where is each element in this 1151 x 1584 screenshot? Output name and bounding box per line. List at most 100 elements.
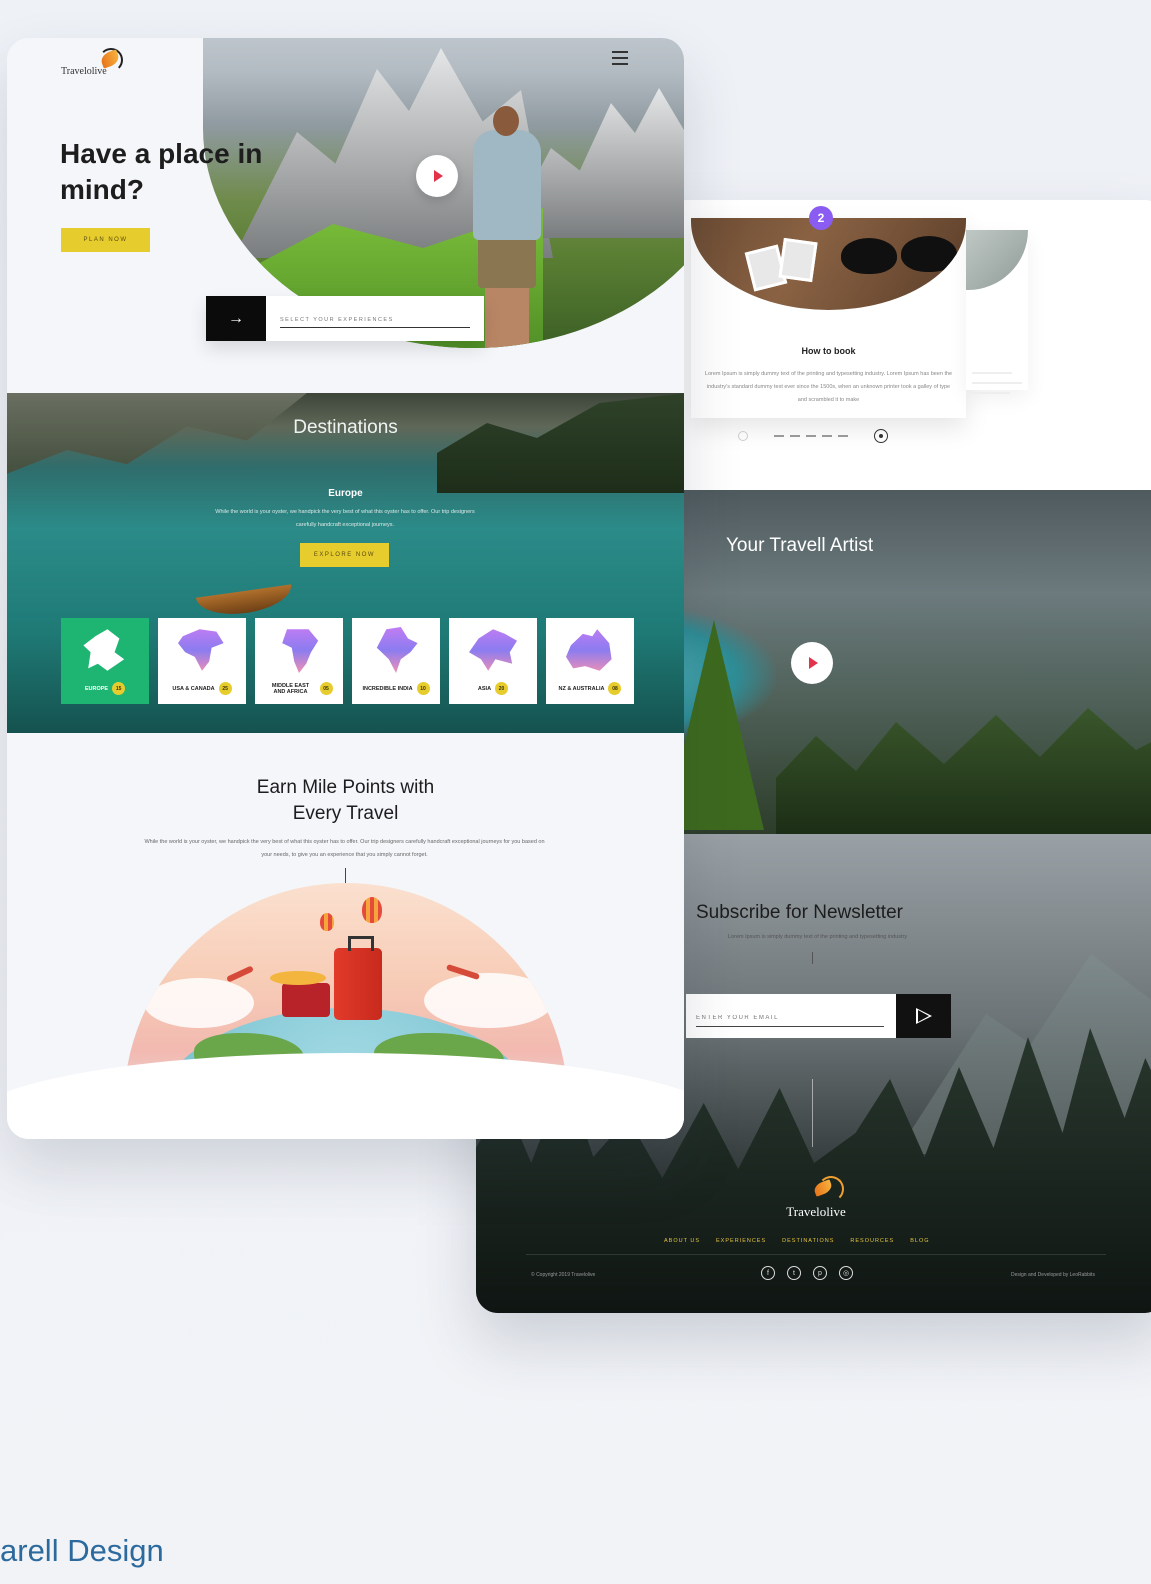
- how-to-book-card[interactable]: 2 How to book Lorem Ipsum is simply dumm…: [691, 206, 966, 418]
- region-tile-asia[interactable]: ASIA 20: [449, 618, 537, 704]
- mile-points-text: While the world is your oyster, we handp…: [144, 839, 545, 858]
- europe-map-icon: [83, 629, 125, 671]
- region-tile-usa-canada[interactable]: USA & CANADA 25: [158, 618, 246, 704]
- hot-air-balloon: [362, 897, 382, 923]
- hero-section: Travelolive Have a place in mind? PLAN N…: [7, 38, 684, 393]
- asia-map-icon: [469, 629, 517, 671]
- facebook-icon[interactable]: f: [761, 1266, 775, 1280]
- forest-image: [437, 393, 684, 493]
- region-label: MIDDLE EAST AND AFRICA: [271, 682, 310, 695]
- how-to-book-title: How to book: [801, 346, 856, 356]
- region-tile-nz-australia[interactable]: NZ & AUSTRALIA 08: [546, 618, 634, 704]
- carousel-dash[interactable]: [838, 435, 848, 437]
- region-tile-middle-east-africa[interactable]: MIDDLE EAST AND AFRICA 05: [255, 618, 343, 704]
- footer-link-destinations[interactable]: DESTINATIONS: [782, 1238, 834, 1244]
- hiker-figure: [473, 130, 541, 240]
- region-label: NZ & AUSTRALIA: [558, 685, 605, 692]
- region-count-badge: 08: [608, 682, 622, 695]
- hot-air-balloon: [320, 913, 334, 931]
- footer-link-blog[interactable]: BLOG: [910, 1238, 929, 1244]
- play-icon: [809, 657, 818, 669]
- footer-link-about[interactable]: ABOUT US: [664, 1238, 700, 1244]
- carousel-dash[interactable]: [822, 435, 832, 437]
- carousel-prev-dot[interactable]: [738, 431, 748, 441]
- rowboat-image: [195, 584, 295, 620]
- region-tile-europe[interactable]: EUROPE 15: [61, 618, 149, 704]
- hamburger-menu-icon[interactable]: [612, 51, 628, 65]
- subscribe-button[interactable]: [896, 994, 951, 1038]
- experience-placeholder: SELECT YOUR EXPERIENCES: [280, 317, 470, 328]
- africa-map-icon: [282, 629, 319, 673]
- instagram-icon[interactable]: ◎: [839, 1266, 853, 1280]
- presentation-caption: arell Design: [0, 1533, 164, 1568]
- hero-play-button[interactable]: [416, 155, 458, 197]
- text-line: [972, 392, 1010, 394]
- text-line: [972, 372, 1012, 374]
- play-icon: [434, 170, 443, 182]
- destinations-section: Destinations Europe While the world is y…: [7, 393, 684, 733]
- destination-name: Europe: [328, 488, 363, 499]
- plan-now-button[interactable]: PLAN NOW: [61, 228, 150, 252]
- destination-description: While the world is your oyster, we handp…: [215, 509, 475, 528]
- section-footer-fill: [7, 1093, 684, 1139]
- region-count-badge: 25: [218, 682, 232, 695]
- travel-bag: [282, 983, 330, 1017]
- footer-divider: [526, 1254, 1106, 1255]
- how-to-book-text: Lorem Ipsum is simply dummy text of the …: [704, 371, 953, 403]
- experience-field[interactable]: SELECT YOUR EXPERIENCES: [266, 296, 484, 341]
- social-links: f t p ◎: [761, 1266, 853, 1280]
- logo-text: Travelolive: [61, 66, 107, 77]
- cliff-image: [7, 393, 307, 474]
- mile-points-title-line: Earn Mile Points with: [256, 777, 435, 798]
- airplane-illustration: [226, 965, 254, 983]
- hero-title: Have a place in mind?: [60, 138, 263, 205]
- hiker-figure: [493, 106, 519, 136]
- newsletter-title: Subscribe for Newsletter: [696, 902, 903, 923]
- footer-nav: ABOUT US EXPERIENCES DESTINATIONS RESOUR…: [664, 1238, 930, 1244]
- region-count-badge: 05: [319, 682, 333, 695]
- arrow-right-icon[interactable]: →: [206, 296, 266, 341]
- email-field-wrap: [686, 994, 896, 1038]
- artist-title: Your Travell Artist: [726, 535, 874, 556]
- divider-line: [812, 952, 813, 964]
- carousel-active-dot[interactable]: [874, 429, 888, 443]
- front-page-card: Travelolive Have a place in mind? PLAN N…: [7, 38, 684, 1139]
- region-tile-india[interactable]: INCREDIBLE INDIA 10: [352, 618, 440, 704]
- carousel-dash[interactable]: [806, 435, 816, 437]
- footer-logo[interactable]: Travelolive: [766, 1174, 866, 1224]
- send-icon: [915, 1008, 932, 1024]
- cloud-shape: [144, 978, 254, 1028]
- cloud-shape: [424, 973, 554, 1028]
- site-logo[interactable]: Travelolive: [61, 48, 131, 80]
- region-count-badge: 20: [495, 682, 509, 695]
- forest-image: [776, 708, 1151, 834]
- footer-logo-text: Travelolive: [786, 1204, 846, 1219]
- footer-credit: Design and Developed by LeoRabbits: [1011, 1272, 1095, 1278]
- region-label: ASIA: [477, 685, 492, 692]
- artist-play-button[interactable]: [791, 642, 833, 684]
- india-map-icon: [376, 627, 418, 673]
- experience-select[interactable]: → SELECT YOUR EXPERIENCES: [206, 296, 484, 341]
- pinterest-icon[interactable]: p: [813, 1266, 827, 1280]
- carousel-dash[interactable]: [774, 435, 784, 437]
- region-count-badge: 15: [112, 682, 126, 695]
- email-field[interactable]: [696, 1015, 884, 1027]
- how-to-book-image: [691, 218, 966, 310]
- straw-hat: [270, 971, 326, 985]
- text-line: [972, 382, 1022, 384]
- mile-points-title: Earn Mile Points with Every Travel: [7, 775, 684, 827]
- next-step-card[interactable]: [966, 230, 1028, 394]
- carousel-pagination: [738, 429, 888, 443]
- region-tiles: EUROPE 15 USA & CANADA 25 MIDDLE EAST AND …: [61, 618, 634, 704]
- region-label: INCREDIBLE INDIA: [362, 685, 413, 692]
- polaroid-photo: [778, 237, 818, 283]
- carousel-dash[interactable]: [790, 435, 800, 437]
- twitter-icon[interactable]: t: [787, 1266, 801, 1280]
- australia-map-icon: [566, 629, 612, 671]
- footer-link-experiences[interactable]: EXPERIENCES: [716, 1238, 766, 1244]
- explore-now-button[interactable]: EXPLORE NOW: [300, 543, 389, 567]
- divider-line: [812, 1079, 813, 1147]
- footer-link-resources[interactable]: RESOURCES: [850, 1238, 894, 1244]
- hiker-figure: [478, 233, 536, 288]
- sunglasses-lens: [841, 238, 897, 274]
